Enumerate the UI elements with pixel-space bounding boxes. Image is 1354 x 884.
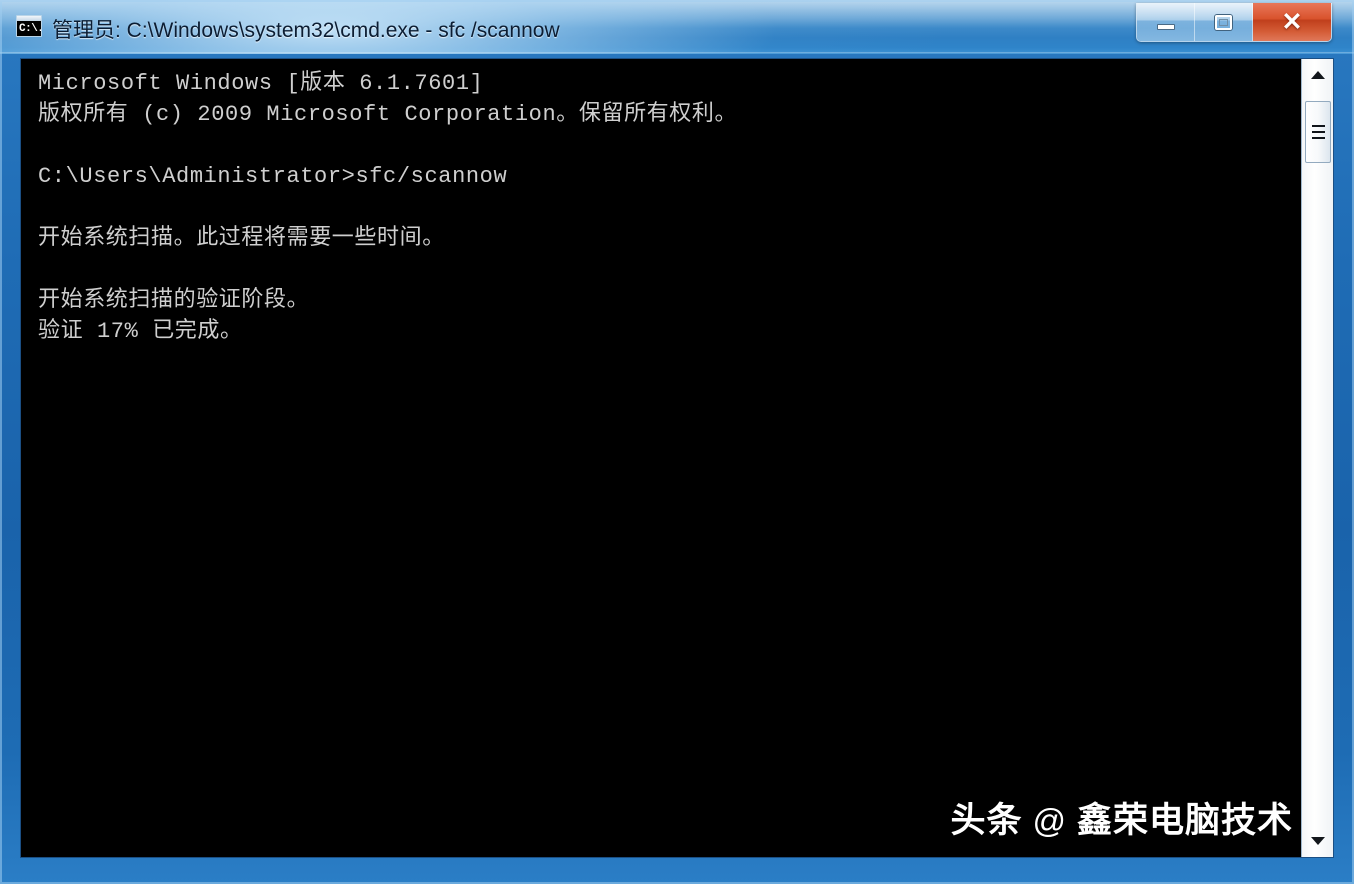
close-button[interactable]: ✕ <box>1253 3 1331 41</box>
console-line: Microsoft Windows [版本 6.1.7601] <box>38 71 484 96</box>
scroll-up-button[interactable] <box>1304 61 1332 89</box>
grip-line <box>1311 125 1325 127</box>
icon-titlebar-strip <box>17 16 41 21</box>
console-line: 版权所有 (c) 2009 Microsoft Corporation。保留所有… <box>38 102 738 127</box>
scroll-down-button[interactable] <box>1304 827 1332 855</box>
close-icon: ✕ <box>1281 7 1303 36</box>
watermark: 头条 @ 鑫荣电脑技术 <box>950 792 1293 843</box>
console-output: Microsoft Windows [版本 6.1.7601] 版权所有 (c) … <box>38 68 1288 347</box>
cmd-console-icon: C:\. <box>16 15 42 37</box>
grip-line <box>1311 137 1325 139</box>
watermark-platform: 头条 <box>950 801 1023 840</box>
console-line: 开始系统扫描的验证阶段。 <box>38 288 310 313</box>
cmd-window: C:\. 管理员: C:\Windows\system32\cmd.exe - … <box>0 0 1354 884</box>
screenshot-root: C:\. 管理员: C:\Windows\system32\cmd.exe - … <box>0 0 1354 884</box>
minimize-button[interactable] <box>1137 3 1195 41</box>
scrollbar-thumb[interactable] <box>1305 101 1331 163</box>
console-line: C:\Users\Administrator>sfc/scannow <box>38 164 508 189</box>
chevron-down-icon <box>1311 837 1325 845</box>
window-controls: ✕ <box>1136 3 1332 42</box>
watermark-at-icon: @ <box>1032 802 1067 839</box>
console-client-area[interactable]: Microsoft Windows [版本 6.1.7601] 版权所有 (c) … <box>20 58 1334 858</box>
chevron-up-icon <box>1311 71 1325 79</box>
window-titlebar[interactable]: C:\. 管理员: C:\Windows\system32\cmd.exe - … <box>0 0 1354 54</box>
restore-icon <box>1215 14 1232 30</box>
minimize-icon <box>1156 24 1175 30</box>
watermark-account: 鑫荣电脑技术 <box>1076 801 1293 840</box>
console-scrollbar[interactable] <box>1301 59 1333 857</box>
console-line: 开始系统扫描。此过程将需要一些时间。 <box>38 226 445 251</box>
console-line: 验证 17% 已完成。 <box>38 319 243 344</box>
window-title: 管理员: C:\Windows\system32\cmd.exe - sfc /… <box>52 19 560 42</box>
grip-line <box>1311 131 1325 133</box>
restore-button[interactable] <box>1195 3 1253 41</box>
icon-prompt-label: C:\. <box>19 23 42 35</box>
